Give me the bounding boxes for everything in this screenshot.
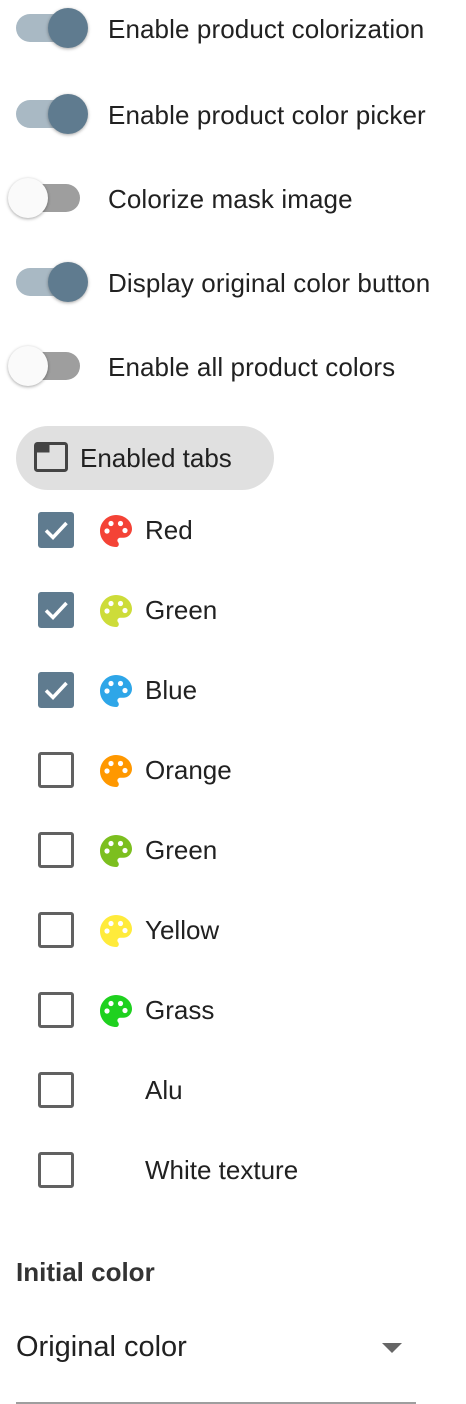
color-option-row[interactable]: Blue [0, 660, 466, 720]
select-value: Original color [16, 1331, 187, 1363]
enabled-tabs-chip[interactable]: Enabled tabs [16, 426, 274, 490]
toggle-row-colorize-mask-image[interactable]: Colorize mask image [0, 170, 466, 230]
palette-icon [100, 595, 132, 627]
checkbox[interactable] [38, 1152, 74, 1188]
toggle-label: Enable all product colors [108, 352, 396, 382]
color-label: Alu [145, 1075, 183, 1105]
color-option-row[interactable]: Yellow [0, 900, 466, 960]
toggle-row-product-colorization[interactable]: Enable product colorization [0, 0, 466, 60]
tab-icon [34, 442, 68, 477]
checkbox[interactable] [38, 912, 74, 948]
color-label: Orange [145, 755, 232, 785]
toggle-label: Colorize mask image [108, 184, 353, 214]
palette-icon [100, 755, 132, 787]
palette-icon [100, 675, 132, 707]
toggle-switch[interactable] [8, 86, 88, 146]
checkbox[interactable] [38, 512, 74, 548]
color-option-row[interactable]: Green [0, 820, 466, 880]
color-label: Green [145, 835, 218, 865]
switch-thumb[interactable] [48, 94, 88, 134]
enabled-tabs-label: Enabled tabs [80, 443, 232, 473]
switch-thumb[interactable] [8, 346, 48, 386]
color-label: Green [145, 595, 218, 625]
color-label: Grass [145, 995, 215, 1025]
toggle-label: Display original color button [108, 268, 431, 298]
palette-icon [100, 835, 132, 867]
toggle-row-display-original-color-button[interactable]: Display original color button [0, 254, 466, 314]
initial-color-label: Initial color [16, 1257, 155, 1287]
palette-icon [100, 515, 132, 547]
checkmark-icon [44, 521, 68, 541]
color-label: Yellow [145, 915, 220, 945]
color-label: Red [145, 515, 193, 545]
toggle-label: Enable product color picker [108, 100, 426, 130]
color-option-row[interactable]: Red [0, 500, 466, 560]
checkmark-icon [44, 601, 68, 621]
toggle-switch[interactable] [8, 338, 88, 398]
color-option-row[interactable]: Alu [0, 1060, 466, 1120]
color-label: Blue [145, 675, 198, 705]
checkbox[interactable] [38, 672, 74, 708]
color-label: White texture [145, 1155, 299, 1185]
palette-icon [100, 995, 132, 1027]
toggle-switch[interactable] [8, 170, 88, 230]
switch-thumb[interactable] [8, 178, 48, 218]
color-option-row[interactable]: Grass [0, 980, 466, 1040]
checkbox[interactable] [38, 1072, 74, 1108]
palette-icon [100, 915, 132, 947]
toggle-row-product-color-picker[interactable]: Enable product color picker [0, 86, 466, 146]
checkbox[interactable] [38, 752, 74, 788]
toggle-switch[interactable] [8, 0, 88, 60]
initial-color-select[interactable]: Original color [16, 1318, 416, 1404]
switch-thumb[interactable] [48, 8, 88, 48]
switch-thumb[interactable] [48, 262, 88, 302]
checkmark-icon [44, 681, 68, 701]
toggle-switch[interactable] [8, 254, 88, 314]
toggle-row-enable-all-product-colors[interactable]: Enable all product colors [0, 338, 466, 398]
checkbox[interactable] [38, 992, 74, 1028]
toggle-label: Enable product colorization [108, 14, 425, 44]
color-option-row[interactable]: Orange [0, 740, 466, 800]
color-option-row[interactable]: White texture [0, 1140, 466, 1200]
dropdown-arrow-icon [382, 1343, 402, 1353]
checkbox[interactable] [38, 592, 74, 628]
checkbox[interactable] [38, 832, 74, 868]
color-option-row[interactable]: Green [0, 580, 466, 640]
